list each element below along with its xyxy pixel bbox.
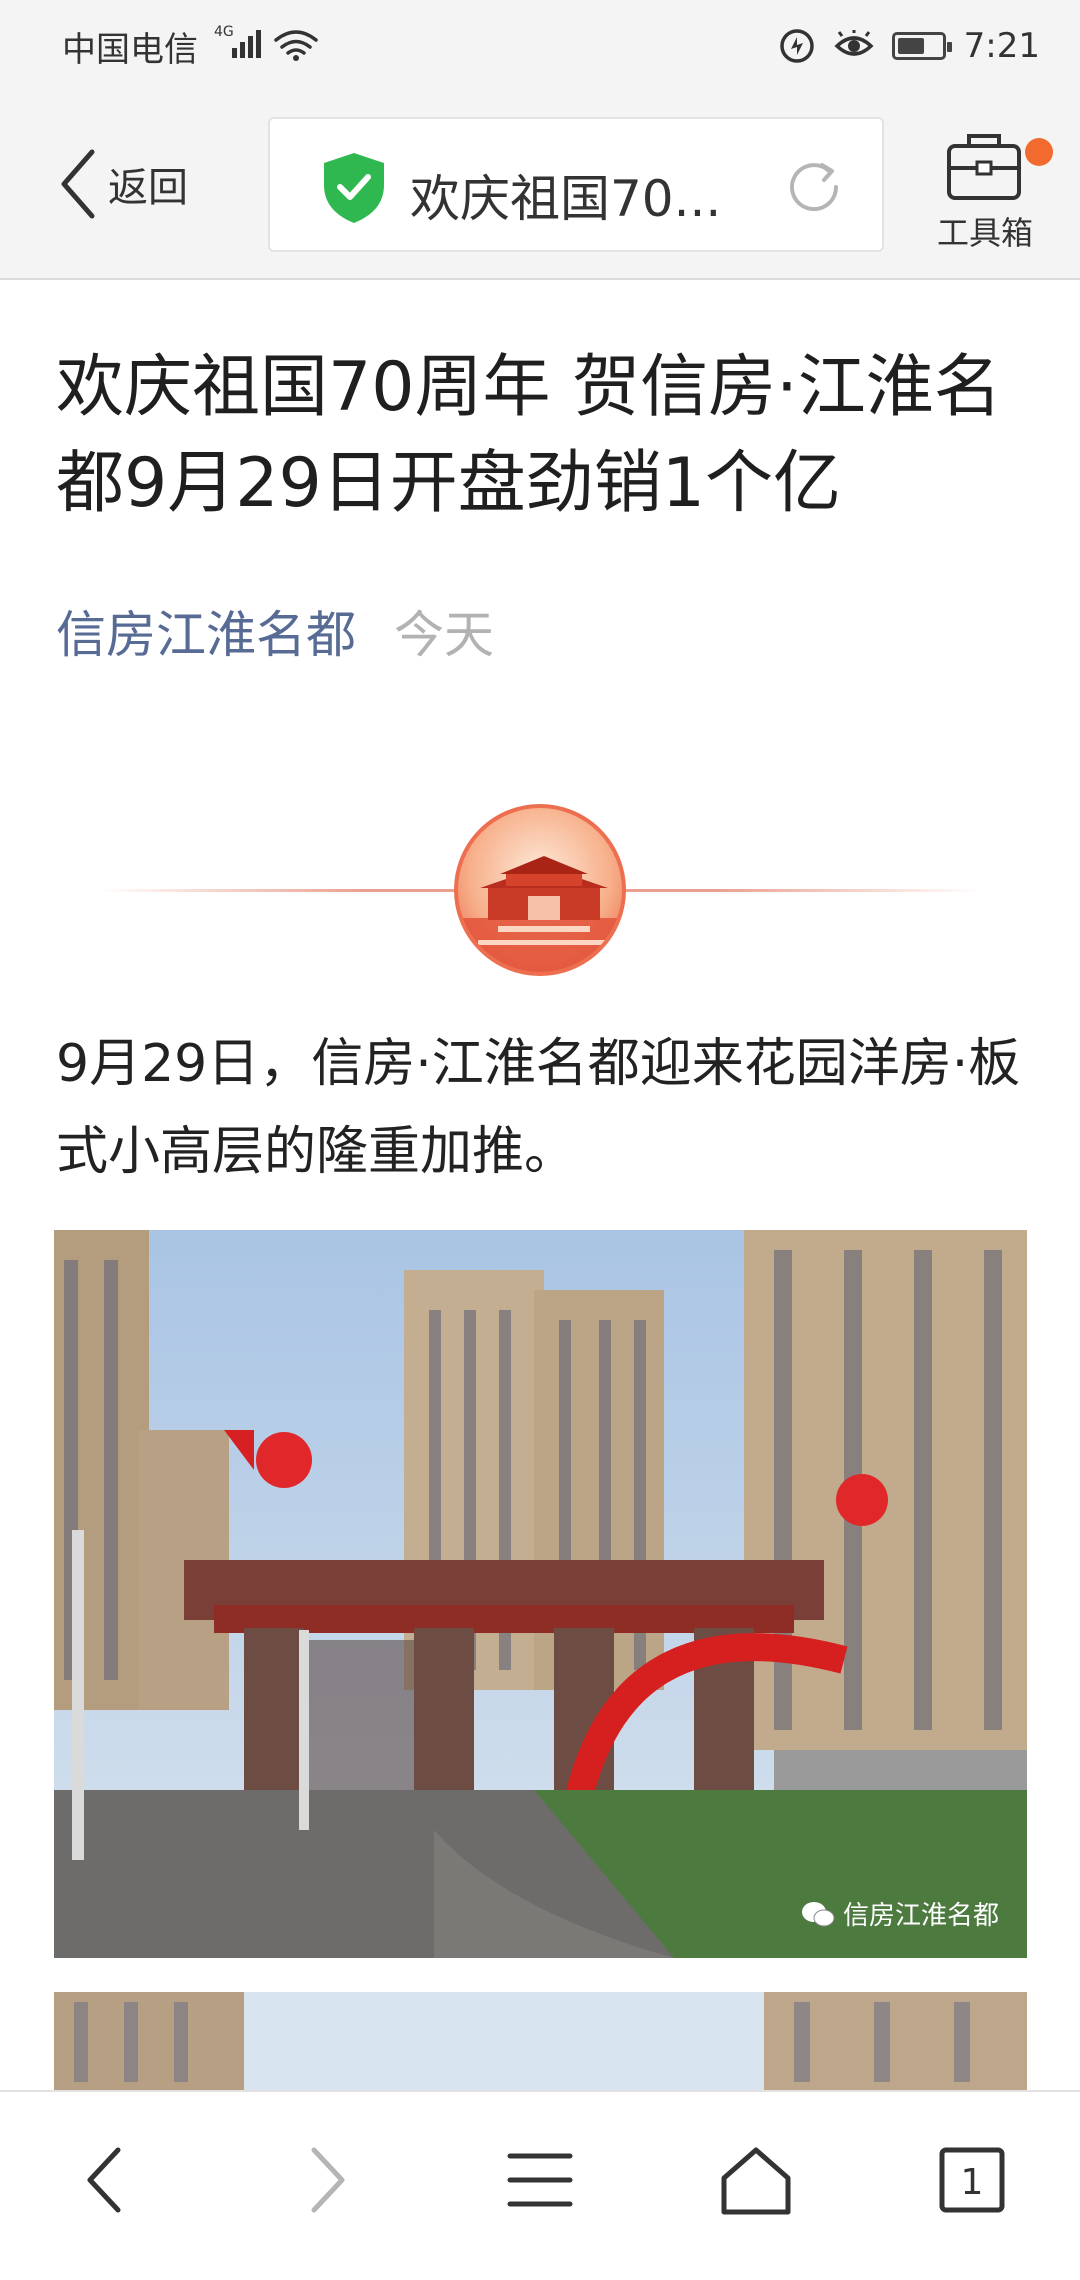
clock: 7:21 <box>963 26 1040 66</box>
article-title: 欢庆祖国70周年 贺信房·江淮名都9月29日开盘劲销1个亿 <box>56 348 1002 523</box>
reload-icon[interactable] <box>782 155 846 219</box>
forward-icon <box>311 2147 345 2213</box>
nav-back-button[interactable] <box>58 2132 154 2228</box>
wechat-icon <box>801 1901 835 1926</box>
wifi-icon <box>274 30 318 55</box>
back-label: 返回 <box>108 165 188 211</box>
menu-icon <box>507 2153 573 2207</box>
tabs-icon: 1 <box>939 2147 1005 2213</box>
eye-comfort-icon <box>834 30 874 56</box>
browser-header: 返回 欢庆祖国70... 工具箱 <box>0 92 1080 280</box>
status-bar: 中国电信 4G 7:21 <box>0 0 1080 92</box>
toolbox-button[interactable]: 工具箱 <box>925 120 1053 260</box>
data-saver-icon <box>779 29 814 63</box>
image-watermark: 信房江淮名都 <box>801 1895 999 1932</box>
page-title: 欢庆祖国70... <box>410 170 722 228</box>
watermark-text: 信房江淮名都 <box>842 1901 999 1931</box>
toolbox-icon <box>947 134 1021 200</box>
tiananmen-emblem-icon <box>454 804 626 976</box>
nav-forward-button[interactable] <box>278 2132 374 2228</box>
notification-badge <box>1025 138 1053 166</box>
signal-icon: 4G <box>210 20 330 64</box>
home-icon <box>721 2147 791 2215</box>
article-photo[interactable]: 信房江淮名都 <box>54 1230 1027 1958</box>
article-photo-2[interactable] <box>54 1992 1027 2092</box>
toolbox-label: 工具箱 <box>936 214 1033 252</box>
nav-menu-button[interactable] <box>492 2132 588 2228</box>
bottom-navigation: 1 <box>0 2090 1080 2280</box>
publish-date: 今天 <box>394 606 494 664</box>
secure-shield-icon <box>324 153 384 223</box>
article-meta: 信房江淮名都 今天 <box>56 595 494 667</box>
nav-tabs-button[interactable]: 1 <box>924 2132 1020 2228</box>
network-type: 4G <box>214 24 234 40</box>
back-button[interactable]: 返回 <box>56 144 188 224</box>
tabs-count: 1 <box>961 2162 984 2203</box>
article-paragraph: 9月29日，信房·江淮名都迎来花园洋房·板式小高层的隆重加推。 <box>56 1034 1021 1182</box>
battery-icon <box>891 32 952 60</box>
back-icon <box>87 2147 121 2213</box>
author-link[interactable]: 信房江淮名都 <box>56 606 356 664</box>
address-bar[interactable]: 欢庆祖国70... <box>268 117 884 252</box>
chevron-left-icon <box>61 149 95 219</box>
nav-home-button[interactable] <box>708 2132 804 2228</box>
carrier-label: 中国电信 <box>62 30 198 70</box>
